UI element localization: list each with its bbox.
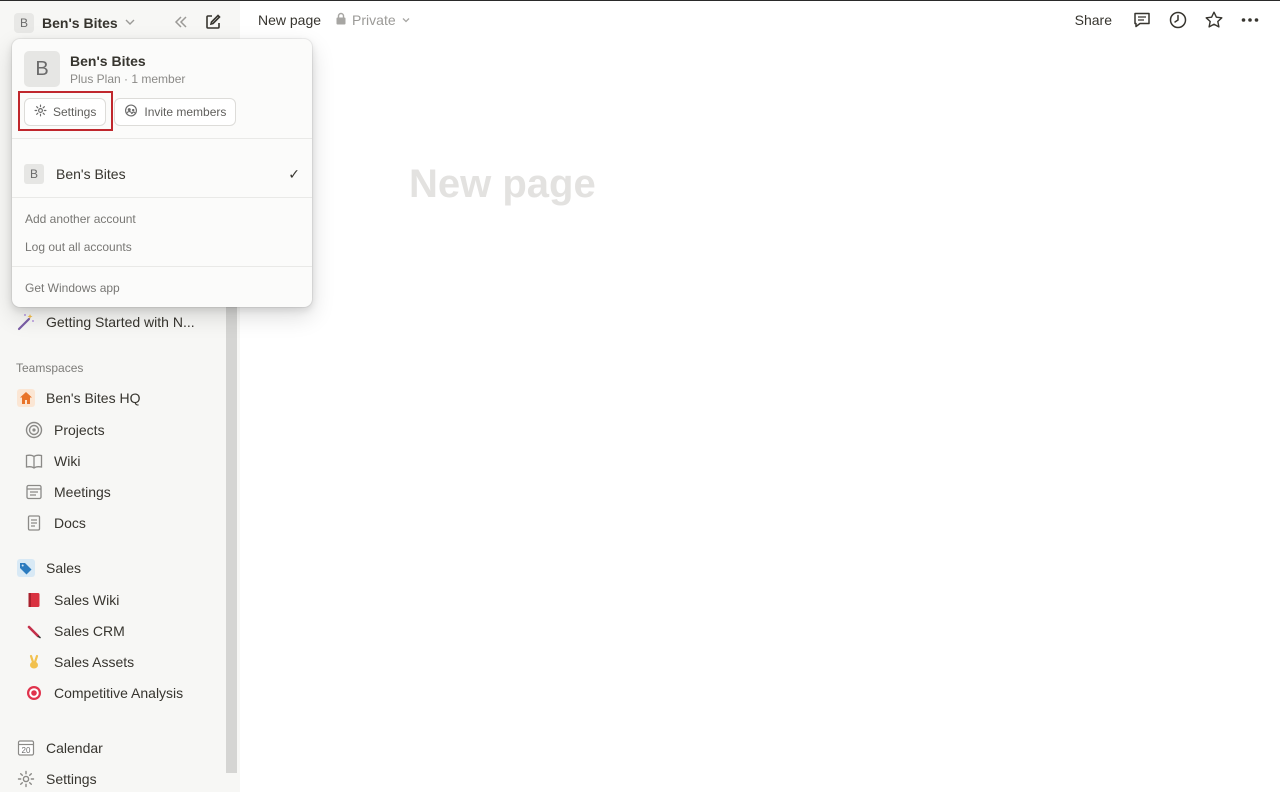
sidebar-item-settings[interactable]: Settings — [16, 766, 97, 792]
sidebar-item-label: Sales Wiki — [54, 592, 120, 608]
collapse-sidebar-icon[interactable] — [172, 13, 190, 31]
dropdown-divider — [12, 266, 312, 267]
logout-link[interactable]: Log out all accounts — [25, 240, 132, 254]
sidebar-item-wiki[interactable]: Wiki — [24, 448, 80, 474]
sidebar-item-label: Sales — [46, 560, 82, 576]
breadcrumb-page[interactable]: New page — [258, 12, 321, 28]
sidebar-item-docs[interactable]: Docs — [24, 510, 86, 536]
magic-wand-icon — [16, 312, 36, 332]
gear-icon — [16, 769, 36, 789]
workspace-avatar: B — [14, 13, 34, 33]
lock-icon — [335, 12, 347, 28]
workspace-dropdown: B Ben's Bites Plus Plan · 1 member Setti… — [12, 39, 312, 307]
sidebar-item-sales-crm[interactable]: Sales CRM — [24, 618, 125, 644]
sidebar-item-label: Wiki — [54, 453, 81, 469]
sidebar-item-label: Projects — [54, 422, 105, 438]
invite-members-button[interactable]: Invite members — [114, 98, 237, 126]
workspace-switcher[interactable]: B Ben's Bites — [14, 11, 136, 35]
sidebar-scrollbar[interactable] — [226, 301, 237, 773]
calendar-list-icon — [24, 482, 44, 502]
settings-button-label: Settings — [53, 105, 97, 119]
document-icon — [24, 513, 44, 533]
sidebar-item-label: Docs — [54, 515, 86, 531]
chevron-down-icon — [124, 16, 136, 31]
invite-button-label: Invite members — [144, 105, 227, 119]
new-page-icon[interactable] — [204, 13, 222, 31]
target-icon — [24, 420, 44, 440]
dropdown-divider — [12, 138, 312, 139]
sidebar-item-label: Ben's Bites HQ — [46, 390, 141, 406]
privacy-dropdown[interactable]: Private — [335, 12, 411, 28]
account-item[interactable]: B Ben's Bites ✓ — [24, 163, 300, 185]
gear-icon — [34, 104, 47, 120]
red-book-icon — [24, 590, 44, 610]
account-avatar: B — [24, 164, 44, 184]
sidebar-item-label: Competitive Analysis — [54, 685, 184, 701]
sidebar-item-label: Calendar — [46, 740, 103, 756]
house-icon — [16, 388, 36, 408]
teamspaces-heading: Teamspaces — [16, 361, 84, 375]
sidebar-item-label: Sales Assets — [54, 654, 135, 670]
pen-icon — [24, 621, 44, 641]
victory-hand-icon — [24, 652, 44, 672]
page-title-placeholder[interactable]: New page — [409, 162, 596, 207]
more-options-icon[interactable] — [1240, 10, 1260, 30]
sidebar-item-sales-wiki[interactable]: Sales Wiki — [24, 587, 119, 613]
calendar-day: 20 — [21, 745, 31, 755]
checkmark-icon: ✓ — [288, 165, 300, 182]
add-account-link[interactable]: Add another account — [25, 212, 136, 226]
people-icon — [124, 104, 138, 120]
plan-info: Plus Plan · 1 member — [70, 71, 186, 86]
windows-app-link[interactable]: Get Windows app — [25, 281, 120, 295]
sidebar-item-getting-started[interactable]: Getting Started with N... — [16, 309, 195, 335]
sidebar-item-label: Getting Started with N... — [46, 314, 195, 330]
chevron-down-icon — [401, 12, 411, 28]
sidebar-item-projects[interactable]: Projects — [24, 417, 105, 443]
star-icon[interactable] — [1204, 10, 1224, 30]
page-actions: Share — [1075, 10, 1260, 30]
sidebar-item-competitive-analysis[interactable]: Competitive Analysis — [24, 680, 183, 706]
share-button[interactable]: Share — [1075, 12, 1112, 28]
sidebar-item-sales-assets[interactable]: Sales Assets — [24, 649, 134, 675]
workspace-name: Ben's Bites — [42, 15, 118, 31]
sidebar-item-label: Meetings — [54, 484, 111, 500]
privacy-label: Private — [352, 12, 396, 28]
settings-button[interactable]: Settings — [24, 98, 107, 126]
sidebar-item-label: Sales CRM — [54, 623, 125, 639]
breadcrumb: New page Private — [258, 12, 411, 28]
dropdown-divider — [12, 197, 312, 198]
bullseye-icon — [24, 683, 44, 703]
account-name: Ben's Bites — [56, 166, 126, 182]
dropdown-header: B Ben's Bites Plus Plan · 1 member — [24, 51, 185, 87]
sidebar-item-meetings[interactable]: Meetings — [24, 479, 111, 505]
sidebar-item-bens-bites-hq[interactable]: Ben's Bites HQ — [16, 385, 141, 411]
dropdown-workspace-name: Ben's Bites — [70, 52, 146, 69]
sidebar-item-label: Settings — [46, 771, 97, 787]
sidebar-item-calendar[interactable]: 20 Calendar — [16, 735, 103, 761]
history-icon[interactable] — [1168, 10, 1188, 30]
tag-icon — [16, 558, 36, 578]
sidebar-item-sales[interactable]: Sales — [16, 555, 81, 581]
comment-icon[interactable] — [1132, 10, 1152, 30]
workspace-avatar-large: B — [24, 51, 60, 87]
book-icon — [24, 451, 44, 471]
calendar-icon: 20 — [16, 738, 36, 758]
